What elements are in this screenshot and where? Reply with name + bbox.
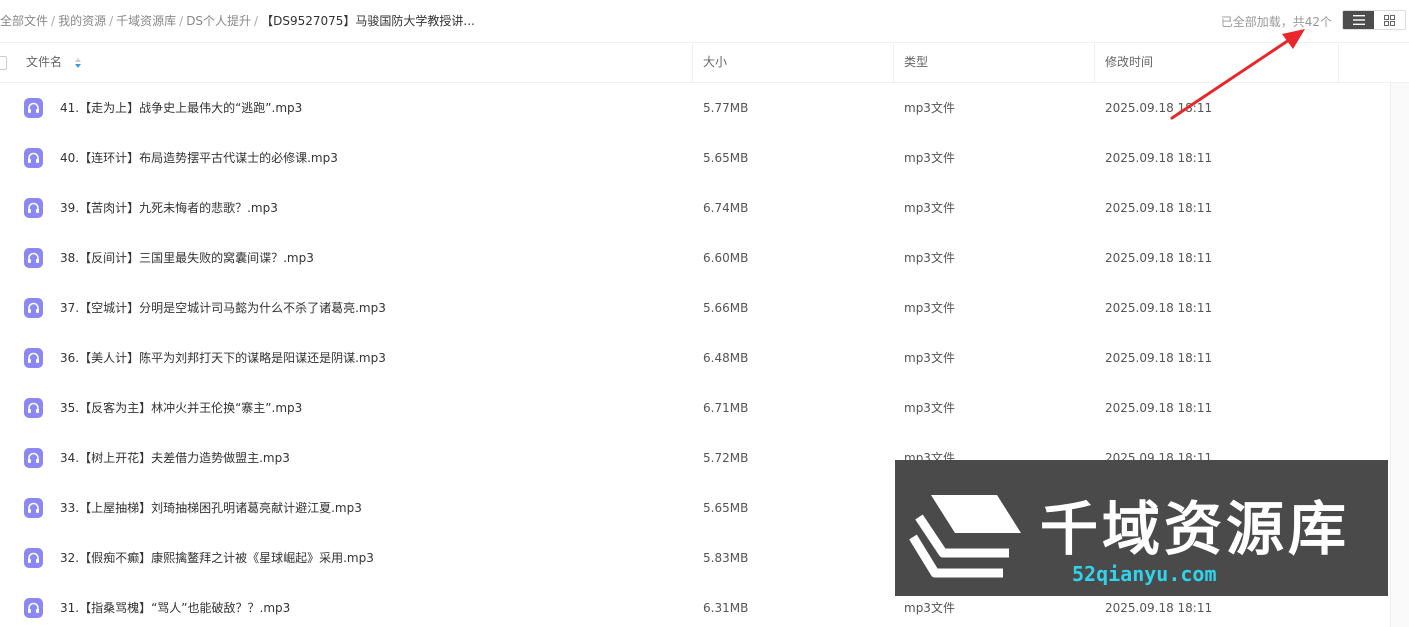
audio-file-icon [24, 448, 43, 468]
audio-file-icon [24, 98, 43, 118]
file-name[interactable]: 37.【空城计】分明是空城计司马懿为什么不杀了诸葛亮.mp3 [60, 283, 386, 333]
vertical-scrollbar[interactable] [1390, 83, 1409, 627]
file-row[interactable]: 39.【苦肉计】九死未悔者的悲歌？.mp3 6.74MB mp3文件 2025.… [0, 183, 1390, 233]
file-type: mp3文件 [904, 251, 955, 265]
file-row[interactable]: 35.【反客为主】林冲火并王伦换“寨主”.mp3 6.71MB mp3文件 20… [0, 383, 1390, 433]
column-divider[interactable] [893, 42, 894, 82]
file-browser: 全部文件 / 我的资源 / 千域资源库 / DS个人提升 / 【DS9527075】马骏国防大学… [0, 0, 1409, 627]
watermark-url: 52qianyu.com [1072, 562, 1217, 586]
breadcrumb-qianyu-library[interactable]: 千域资源库 [116, 14, 176, 28]
audio-file-icon [24, 398, 43, 418]
audio-file-icon [24, 548, 43, 568]
file-name[interactable]: 39.【苦肉计】九死未悔者的悲歌？.mp3 [60, 183, 278, 233]
column-divider[interactable] [1094, 42, 1095, 82]
audio-file-icon [24, 198, 43, 218]
file-size: 5.65MB [703, 151, 749, 165]
list-view-button[interactable] [1343, 11, 1374, 29]
audio-file-icon [24, 248, 43, 268]
file-size: 6.31MB [703, 601, 749, 615]
file-size: 6.60MB [703, 251, 749, 265]
header-name-label: 文件名 [26, 55, 63, 69]
file-type: mp3文件 [904, 101, 955, 115]
header-size[interactable]: 大小 [703, 42, 727, 82]
header-type[interactable]: 类型 [904, 42, 928, 82]
file-modified-time: 2025.09.18 18:11 [1105, 351, 1213, 365]
file-type: mp3文件 [904, 401, 955, 415]
red-arrow-annotation [1170, 29, 1305, 120]
header-name[interactable]: 文件名 [26, 42, 82, 82]
book-stack-logo [909, 495, 1021, 578]
file-size: 6.48MB [703, 351, 749, 365]
file-type: mp3文件 [904, 351, 955, 365]
header-modified-time[interactable]: 修改时间 [1105, 42, 1153, 82]
breadcrumb: 全部文件 / 我的资源 / 千域资源库 / DS个人提升 / 【DS9527075】马骏国防大学… [0, 12, 475, 29]
file-size: 5.66MB [703, 301, 749, 315]
watermark-banner: 千域资源库 52qianyu.com [895, 460, 1388, 596]
file-size: 5.65MB [703, 501, 749, 515]
select-all-checkbox[interactable] [0, 56, 7, 70]
column-divider[interactable] [1338, 42, 1339, 82]
file-modified-time: 2025.09.18 18:11 [1105, 301, 1213, 315]
list-icon [1352, 15, 1365, 25]
breadcrumb-separator: / [179, 14, 184, 28]
file-size: 6.71MB [703, 401, 749, 415]
file-modified-time: 2025.09.18 18:11 [1105, 251, 1213, 265]
file-size: 6.74MB [703, 201, 749, 215]
audio-file-icon [24, 598, 43, 618]
file-row[interactable]: 40.【连环计】布局造势摆平古代谋士的必修课.mp3 5.65MB mp3文件 … [0, 133, 1390, 183]
file-row[interactable]: 37.【空城计】分明是空城计司马懿为什么不杀了诸葛亮.mp3 5.66MB mp… [0, 283, 1390, 333]
breadcrumb-separator: / [109, 14, 114, 28]
file-name[interactable]: 31.【指桑骂槐】“骂人”也能破敌？？.mp3 [60, 583, 290, 627]
breadcrumb-my-resources[interactable]: 我的资源 [58, 14, 106, 28]
file-modified-time: 2025.09.18 18:11 [1105, 151, 1213, 165]
file-name[interactable]: 40.【连环计】布局造势摆平古代谋士的必修课.mp3 [60, 133, 338, 183]
watermark-title: 千域资源库 [1040, 495, 1351, 563]
breadcrumb-separator: / [254, 14, 259, 28]
file-modified-time: 2025.09.18 18:11 [1105, 401, 1213, 415]
grid-view-button[interactable] [1374, 11, 1405, 29]
audio-file-icon [24, 498, 43, 518]
file-row[interactable]: 38.【反间计】三国里最失败的窝囊间谍？.mp3 6.60MB mp3文件 20… [0, 233, 1390, 283]
breadcrumb-all-files[interactable]: 全部文件 [0, 14, 48, 28]
file-size: 5.83MB [703, 551, 749, 565]
grid-icon [1384, 14, 1395, 26]
file-type: mp3文件 [904, 201, 955, 215]
file-size: 5.77MB [703, 101, 749, 115]
view-toggle [1342, 10, 1406, 30]
breadcrumb-ds-personal[interactable]: DS个人提升 [186, 14, 251, 28]
file-name[interactable]: 34.【树上开花】夫差借力造势做盟主.mp3 [60, 433, 290, 483]
sort-icon[interactable] [74, 57, 82, 69]
file-size: 5.72MB [703, 451, 749, 465]
breadcrumb-separator: / [51, 14, 56, 28]
column-divider[interactable] [692, 42, 693, 82]
file-name[interactable]: 32.【假痴不癫】康熙擒鳌拜之计被《星球崛起》采用.mp3 [60, 533, 374, 583]
file-name[interactable]: 36.【美人计】陈平为刘邦打天下的谋略是阳谋还是阴谋.mp3 [60, 333, 386, 383]
file-row[interactable]: 36.【美人计】陈平为刘邦打天下的谋略是阳谋还是阴谋.mp3 6.48MB mp… [0, 333, 1390, 383]
audio-file-icon [24, 348, 43, 368]
file-name[interactable]: 41.【走为上】战争史上最伟大的“逃跑”.mp3 [60, 83, 302, 133]
audio-file-icon [24, 298, 43, 318]
file-type: mp3文件 [904, 151, 955, 165]
file-modified-time: 2025.09.18 18:11 [1105, 201, 1213, 215]
audio-file-icon [24, 148, 43, 168]
breadcrumb-current-folder: 【DS9527075】马骏国防大学教授讲... [261, 14, 475, 28]
file-name[interactable]: 35.【反客为主】林冲火并王伦换“寨主”.mp3 [60, 383, 302, 433]
file-type: mp3文件 [904, 301, 955, 315]
file-name[interactable]: 33.【上屋抽梯】刘琦抽梯困孔明诸葛亮献计避江夏.mp3 [60, 483, 362, 533]
file-name[interactable]: 38.【反间计】三国里最失败的窝囊间谍？.mp3 [60, 233, 314, 283]
